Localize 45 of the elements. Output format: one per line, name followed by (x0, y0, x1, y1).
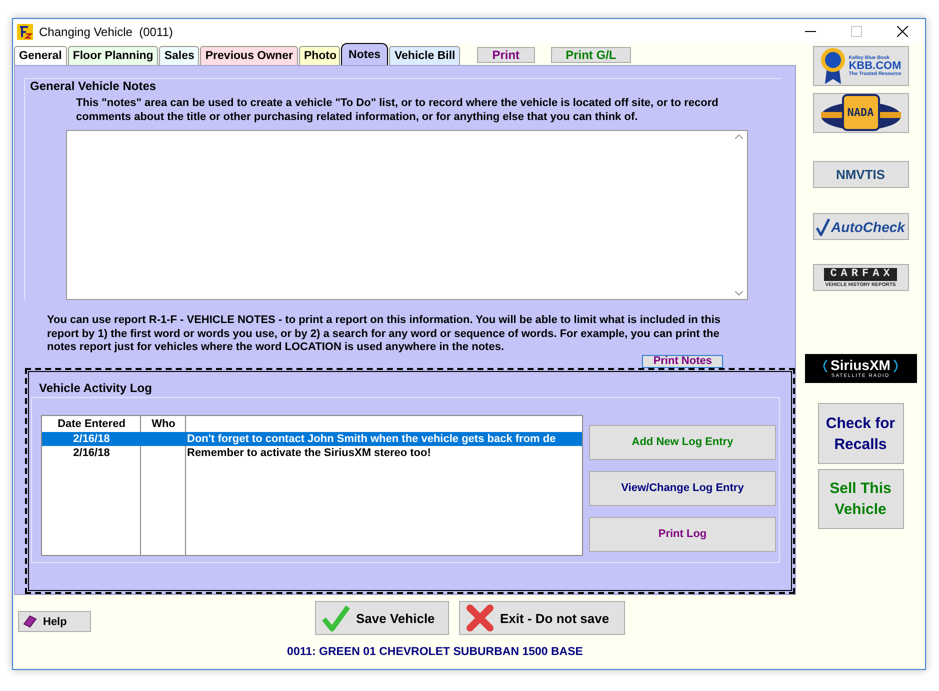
side-button[interactable]: Sell This Vehicle (818, 469, 904, 529)
scroll-up-icon[interactable] (735, 134, 743, 139)
side-button[interactable]: Check for Recalls (818, 403, 904, 464)
close-icon (896, 26, 908, 37)
checkmark-icon (322, 604, 350, 632)
table-cell-text: 2/16/18 (72, 446, 111, 460)
table-row[interactable]: 2/16/18 Remember to activate the SiriusXM stereo too! (42, 446, 582, 460)
column-header: Date Entered (56, 416, 126, 432)
tab[interactable]: Photo (298, 46, 340, 65)
table-row[interactable]: 2/16/18 Don't forget to contact John Smith when the vehicle gets back from de (42, 432, 582, 446)
column-header: Who (150, 416, 176, 432)
table-cell-text: 2/16/18 (72, 432, 111, 446)
notes-field[interactable] (66, 130, 748, 300)
tab[interactable]: Sales (159, 46, 200, 65)
tab[interactable]: Vehicle Bill (389, 46, 460, 65)
ribbon-badge-icon (820, 47, 846, 85)
print-notes-button[interactable]: Print Notes (642, 354, 723, 368)
app-icon (17, 24, 33, 40)
exit-button[interactable]: Exit - Do not save (459, 601, 625, 635)
oval-badge-icon (818, 94, 902, 132)
maximize-icon (850, 26, 862, 37)
close-icon (466, 604, 494, 632)
print-button[interactable]: Print (477, 47, 535, 63)
report-info-text: You can use report R-1-F - VEHICLE NOTES - to print a report on this information. You will be able to limit what is included in this report by 1) the first word or words you use, or by 2) a search for any word or sequence of words. For example, you can print the notes report just for vehicles where the word LOCATION is used anywhere in the notes. (47, 314, 722, 354)
log-button[interactable]: Print Log (589, 516, 776, 552)
save-button[interactable]: Save Vehicle (315, 601, 449, 635)
tab[interactable]: Previous Owner (200, 46, 298, 65)
autocheck-link[interactable]: AutoCheck (812, 213, 908, 240)
log-button[interactable]: Add New Log Entry (589, 424, 776, 460)
help-button[interactable]: Help (18, 611, 91, 632)
scroll-down-icon[interactable] (735, 291, 743, 296)
notes-description: This "notes" area can be used to create a vehicle "To Do" list, or to record where the vehicle is located off site, or to record comments about the title or other purchasing related information, or for anything else that you can think of. (76, 96, 720, 124)
print-button[interactable]: Print G/L (550, 47, 632, 63)
tab[interactable]: Notes (340, 43, 388, 65)
table-cell-text: Remember to activate the SiriusXM stereo too! (186, 446, 432, 460)
table-cell-text: Don't forget to contact John Smith when the vehicle gets back from de (186, 432, 557, 446)
book-icon (23, 615, 37, 628)
checkmark-icon (816, 218, 830, 236)
log-button[interactable]: View/Change Log Entry (589, 470, 776, 506)
vehicle-status-text: 0011: GREEN 01 CHEVROLET SUBURBAN 1500 BASE (286, 646, 584, 658)
tab[interactable]: General (14, 46, 67, 65)
nada-link[interactable]: NADA (812, 93, 908, 133)
nmvtis-link[interactable]: NMVTIS (812, 161, 908, 188)
window-title: Changing Vehicle (0011) (39, 24, 174, 38)
tab[interactable]: Floor Planning (68, 46, 158, 65)
